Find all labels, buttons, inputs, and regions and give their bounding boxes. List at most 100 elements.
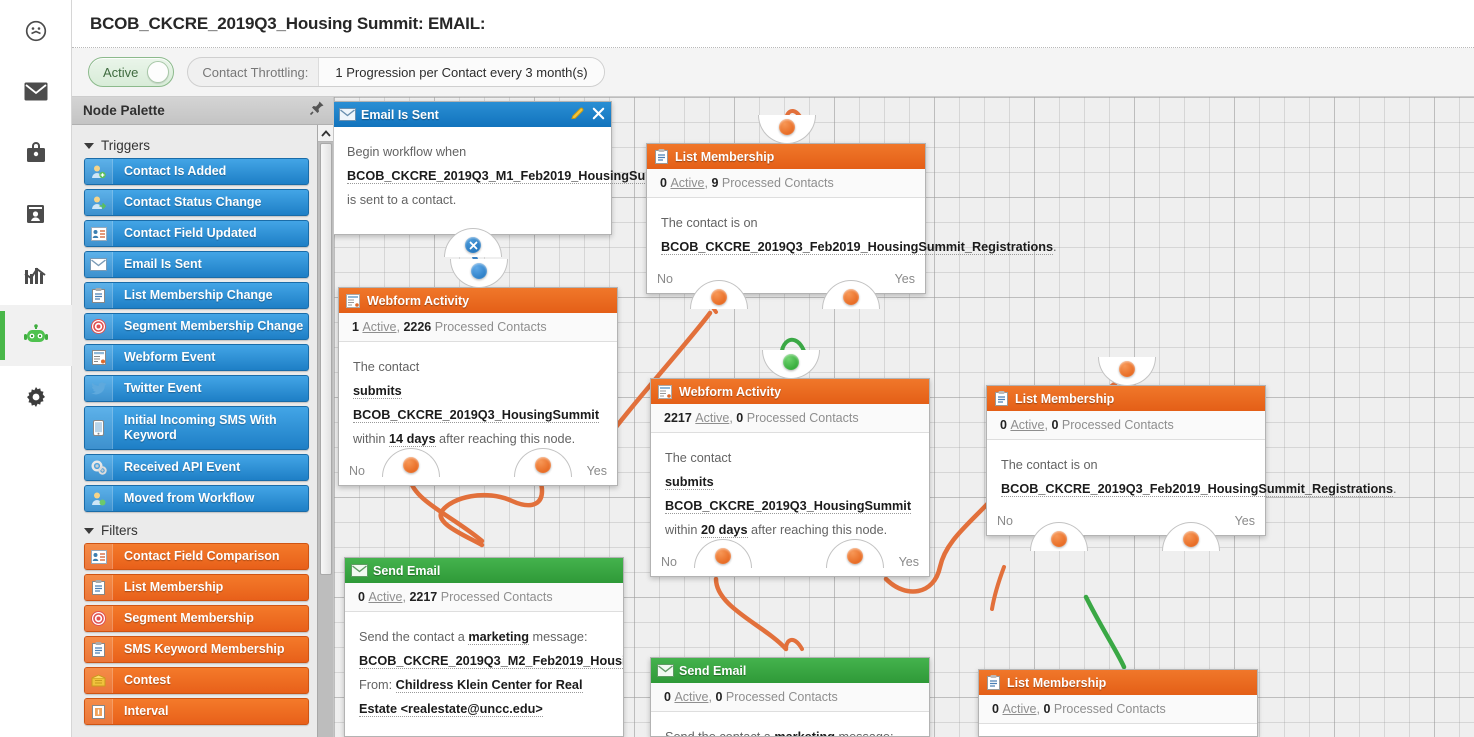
node-header[interactable]: List Membership xyxy=(647,144,925,169)
node-active-count[interactable]: 2217 xyxy=(664,411,692,425)
node-body-suffix: is sent to a contact. xyxy=(347,193,457,207)
node-active-label[interactable]: Active xyxy=(670,176,704,190)
node-header[interactable]: List Membership xyxy=(987,386,1265,411)
node-header[interactable]: Webform Activity xyxy=(339,288,617,313)
palette-item-interval[interactable]: Interval xyxy=(84,698,309,725)
palette-item-moved-from-workflow[interactable]: Moved from Workflow xyxy=(84,485,309,512)
palette-group-filters[interactable]: Filters xyxy=(72,516,333,543)
input-port[interactable] xyxy=(471,263,487,279)
palette-item-list-membership[interactable]: List Membership xyxy=(84,574,309,601)
node-active-count[interactable]: 1 xyxy=(352,320,359,334)
workflow-node-list-membership-top[interactable]: List Membership 0 Active, 9 Processed Co… xyxy=(646,115,1057,309)
clipboard-icon xyxy=(85,575,113,600)
node-active-count[interactable]: 0 xyxy=(664,690,671,704)
close-icon[interactable] xyxy=(592,107,605,123)
node-header[interactable]: Send Email xyxy=(345,558,623,583)
palette-item-label: Webform Event xyxy=(124,350,216,364)
node-active-label[interactable]: Active xyxy=(362,320,396,334)
palette-item-contact-is-added[interactable]: Contact Is Added xyxy=(84,158,309,185)
palette-item-segment-membership[interactable]: Segment Membership xyxy=(84,605,309,632)
node-body-prefix: The contact xyxy=(665,451,732,465)
workflow-node-webform-activity-left[interactable]: Webform Activity 1 Active, 2226 Processe… xyxy=(338,259,618,486)
workflow-node-send-email-bottom[interactable]: Send Email 0 Active, 0 Processed Contact… xyxy=(650,657,930,737)
contact-throttling-control[interactable]: Contact Throttling: 1 Progression per Co… xyxy=(187,57,605,87)
input-port[interactable] xyxy=(1119,361,1135,377)
output-port-yes[interactable] xyxy=(843,289,859,305)
palette-item-contest[interactable]: Contest xyxy=(84,667,309,694)
palette-item-contact-field-updated[interactable]: Contact Field Updated xyxy=(84,220,309,247)
nav-settings[interactable] xyxy=(0,366,72,427)
node-header[interactable]: Email Is Sent xyxy=(334,102,611,127)
node-yes-label: Yes xyxy=(898,555,919,569)
palette-item-webform-event[interactable]: Webform Event xyxy=(84,344,309,371)
palette-item-label: List Membership xyxy=(124,580,224,594)
output-port-no[interactable] xyxy=(711,289,727,305)
palette-item-label: SMS Keyword Membership xyxy=(124,642,285,656)
node-no-label: No xyxy=(997,514,1013,528)
node-active-label[interactable]: Active xyxy=(1010,418,1044,432)
palette-item-email-is-sent[interactable]: Email Is Sent xyxy=(84,251,309,278)
output-port-close[interactable] xyxy=(465,237,481,253)
node-header[interactable]: Webform Activity xyxy=(651,379,929,404)
workflow-node-webform-activity-mid[interactable]: Webform Activity 2217 Active, 0 Processe… xyxy=(650,350,930,577)
node-active-label[interactable]: Active xyxy=(695,411,729,425)
node-active-count[interactable]: 0 xyxy=(660,176,667,190)
palette-item-label: List Membership Change xyxy=(124,288,273,302)
nav-automation[interactable] xyxy=(0,305,72,366)
input-port[interactable] xyxy=(779,119,795,135)
node-active-count[interactable]: 0 xyxy=(1000,418,1007,432)
nav-analytics[interactable] xyxy=(0,244,72,305)
palette-scroll-thumb[interactable] xyxy=(320,143,332,575)
palette-item-initial-incoming-sms-with-keyword[interactable]: Initial Incoming SMS With Keyword xyxy=(84,406,309,450)
palette-scrollbar[interactable] xyxy=(317,125,333,737)
node-title: Webform Activity xyxy=(679,384,782,399)
workflow-node-send-email-left[interactable]: Send Email 0 Active, 2217 Processed Cont… xyxy=(344,557,624,737)
scroll-up-button[interactable] xyxy=(318,125,333,142)
envelope-icon xyxy=(24,82,48,101)
palette-item-contact-status-change[interactable]: Contact Status Change xyxy=(84,189,309,216)
workflow-canvas[interactable]: Email Is Sent Begin workflow when BCOB_C… xyxy=(334,97,1474,737)
output-port-no[interactable] xyxy=(403,457,419,473)
palette-item-sms-keyword-membership[interactable]: SMS Keyword Membership xyxy=(84,636,309,663)
node-active-count[interactable]: 0 xyxy=(992,702,999,716)
input-port[interactable] xyxy=(783,354,799,370)
output-port-no[interactable] xyxy=(715,548,731,564)
nav-campaigns[interactable] xyxy=(0,122,72,183)
node-header[interactable]: Send Email xyxy=(651,658,929,683)
contact-throttling-value[interactable]: 1 Progression per Contact every 3 month(… xyxy=(318,58,604,86)
node-body-mid: message: xyxy=(528,630,588,644)
node-header[interactable]: List Membership xyxy=(979,670,1257,695)
palette-item-list-membership-change[interactable]: List Membership Change xyxy=(84,282,309,309)
nav-email[interactable] xyxy=(0,61,72,122)
workflow-node-list-membership-right[interactable]: List Membership 0 Active, 0 Processed Co… xyxy=(986,357,1397,551)
palette-item-twitter-event[interactable]: Twitter Event xyxy=(84,375,309,402)
node-footer: No Yes xyxy=(339,457,617,485)
pin-icon[interactable] xyxy=(309,100,325,121)
output-port-yes[interactable] xyxy=(1183,531,1199,547)
node-body: Begin workflow when BCOB_CKCRE_2019Q3_M1… xyxy=(334,127,709,234)
workflow-toolbar: Active Contact Throttling: 1 Progression… xyxy=(72,48,1474,97)
node-active-label[interactable]: Active xyxy=(368,590,402,604)
palette-group-triggers[interactable]: Triggers xyxy=(72,131,333,158)
output-port-yes[interactable] xyxy=(535,457,551,473)
node-title: List Membership xyxy=(1015,391,1115,406)
pencil-icon[interactable] xyxy=(570,106,585,124)
palette-item-received-api-event[interactable]: Received API Event xyxy=(84,454,309,481)
node-title: List Membership xyxy=(1007,675,1107,690)
node-processed-label: Processed Contacts xyxy=(440,590,553,604)
palette-item-segment-membership-change[interactable]: Segment Membership Change xyxy=(84,313,309,340)
clipboard-icon xyxy=(647,144,675,169)
nav-dashboard[interactable] xyxy=(0,0,72,61)
output-port-no[interactable] xyxy=(1051,531,1067,547)
node-active-label[interactable]: Active xyxy=(674,690,708,704)
nav-contacts[interactable] xyxy=(0,183,72,244)
node-active-label[interactable]: Active xyxy=(1002,702,1036,716)
node-footer: No Yes xyxy=(647,265,925,293)
toggle-knob[interactable] xyxy=(147,61,170,83)
node-active-count[interactable]: 0 xyxy=(358,590,365,604)
workflow-node-list-membership-bottom-right[interactable]: List Membership 0 Active, 0 Processed Co… xyxy=(978,669,1258,737)
palette-item-contact-field-comparison[interactable]: Contact Field Comparison xyxy=(84,543,309,570)
output-port-yes[interactable] xyxy=(847,548,863,564)
workflow-status-toggle[interactable]: Active xyxy=(88,57,175,87)
workflow-node-email-is-sent[interactable]: Email Is Sent Begin workflow when BCOB_C… xyxy=(334,101,709,257)
